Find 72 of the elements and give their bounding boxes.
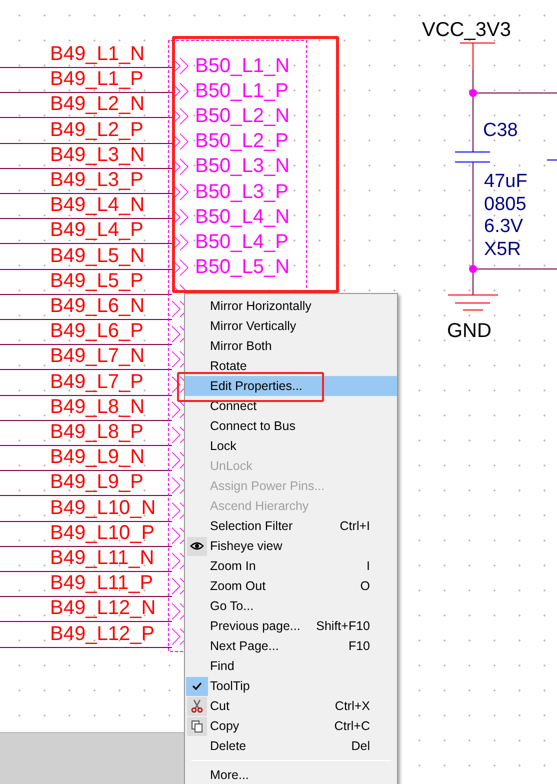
- menu-item[interactable]: ToolTip: [185, 676, 397, 696]
- net-label: B49_L6_P: [50, 321, 144, 342]
- menu-item[interactable]: Previous page... Shift+F10: [185, 616, 397, 636]
- menu-item[interactable]: Delete Del: [185, 736, 397, 756]
- net-label: B49_L1_N: [50, 44, 145, 64]
- port-label: B50_L1_N: [195, 56, 290, 76]
- net-label: B49_L4_P: [50, 220, 144, 240]
- port-label: B50_L3_N: [195, 156, 290, 176]
- port-label: B50_L4_P: [195, 232, 288, 252]
- net-label: B49_L10_N: [50, 498, 156, 518]
- net-label: B49_L3_P: [50, 170, 144, 190]
- net-label: B49_L2_N: [50, 94, 145, 114]
- power-net-label: VCC_3V3: [422, 20, 511, 40]
- menu-item[interactable]: Cut Ctrl+X: [185, 696, 397, 716]
- port-label: B50_L2_N: [195, 106, 290, 126]
- shortcut-label: Del: [351, 738, 370, 755]
- menu-item[interactable]: Mirror Horizontally: [185, 296, 397, 316]
- menu-item[interactable]: Copy Ctrl+C: [185, 716, 397, 736]
- component-value: 0805: [484, 194, 528, 216]
- menu-item[interactable]: Go To...: [185, 596, 397, 616]
- net-label: B49_L8_P: [50, 422, 144, 442]
- port-label: B50_L2_P: [195, 131, 288, 152]
- menu-item[interactable]: Mirror Vertically: [185, 316, 397, 336]
- eye-icon: [190, 541, 204, 551]
- menu-item[interactable]: Selection Filter Ctrl+I: [185, 516, 397, 536]
- net-label: B49_L6_N: [50, 296, 145, 316]
- menu-item[interactable]: More...: [185, 765, 397, 784]
- menu-item[interactable]: Rotate: [185, 356, 397, 376]
- port-label: B50_L1_P: [195, 81, 288, 102]
- port-label: B50_L5_N: [195, 256, 290, 277]
- shortcut-label: Ctrl+C: [334, 718, 370, 735]
- net-label: B49_L7_N: [50, 346, 145, 366]
- menu-item[interactable]: Zoom In I: [185, 556, 397, 576]
- menu-item[interactable]: Zoom Out O: [185, 576, 397, 596]
- net-label: B49_L5_P: [50, 270, 144, 291]
- ground-label: GND: [447, 321, 492, 341]
- net-label: B49_L11_N: [50, 548, 154, 568]
- copy-icon: [191, 720, 203, 732]
- component-value: X5R: [484, 238, 522, 261]
- port-label: B50_L3_P: [195, 182, 288, 202]
- net-label: B49_L5_N: [50, 246, 145, 266]
- net-label: B49_L2_P: [50, 120, 144, 140]
- shortcut-label: I: [366, 558, 370, 575]
- menu-item[interactable]: Mirror Both: [185, 336, 397, 356]
- menu-item[interactable]: Lock: [185, 436, 397, 456]
- net-label: B49_L1_P: [50, 69, 144, 90]
- scissors-icon: [190, 699, 204, 713]
- component-value: 6.3V: [484, 216, 524, 238]
- menu-item[interactable]: Find: [185, 656, 397, 676]
- net-label: B49_L10_P: [50, 522, 155, 543]
- shortcut-label: Ctrl+I: [340, 518, 370, 535]
- shortcut-label: Ctrl+X: [334, 698, 370, 715]
- net-label: B49_L12_P: [50, 624, 155, 644]
- net-label: B49_L7_P: [50, 372, 144, 392]
- menu-item[interactable]: Connect to Bus: [185, 416, 397, 436]
- shortcut-label: F10: [348, 638, 370, 655]
- component-value: 47uF: [484, 171, 528, 194]
- reference-designator: C38: [483, 121, 518, 140]
- menu-item[interactable]: Next Page... F10: [185, 636, 397, 656]
- net-label: B49_L12_N: [50, 598, 156, 618]
- shortcut-label: Shift+F10: [316, 618, 370, 635]
- net-label: B49_L8_N: [50, 396, 145, 417]
- net-label: B49_L11_P: [50, 573, 154, 594]
- port-label: B50_L4_N: [195, 206, 290, 227]
- net-label: B49_L9_N: [50, 447, 145, 468]
- net-label: B49_L9_P: [50, 472, 144, 492]
- menu-item[interactable]: Connect: [185, 396, 397, 416]
- menu-item[interactable]: Edit Properties...: [185, 376, 397, 396]
- menu-item[interactable]: Fisheye view: [185, 536, 397, 556]
- shortcut-label: O: [360, 578, 370, 595]
- net-label: B49_L4_N: [50, 195, 145, 216]
- net-label: B49_L3_N: [50, 144, 145, 165]
